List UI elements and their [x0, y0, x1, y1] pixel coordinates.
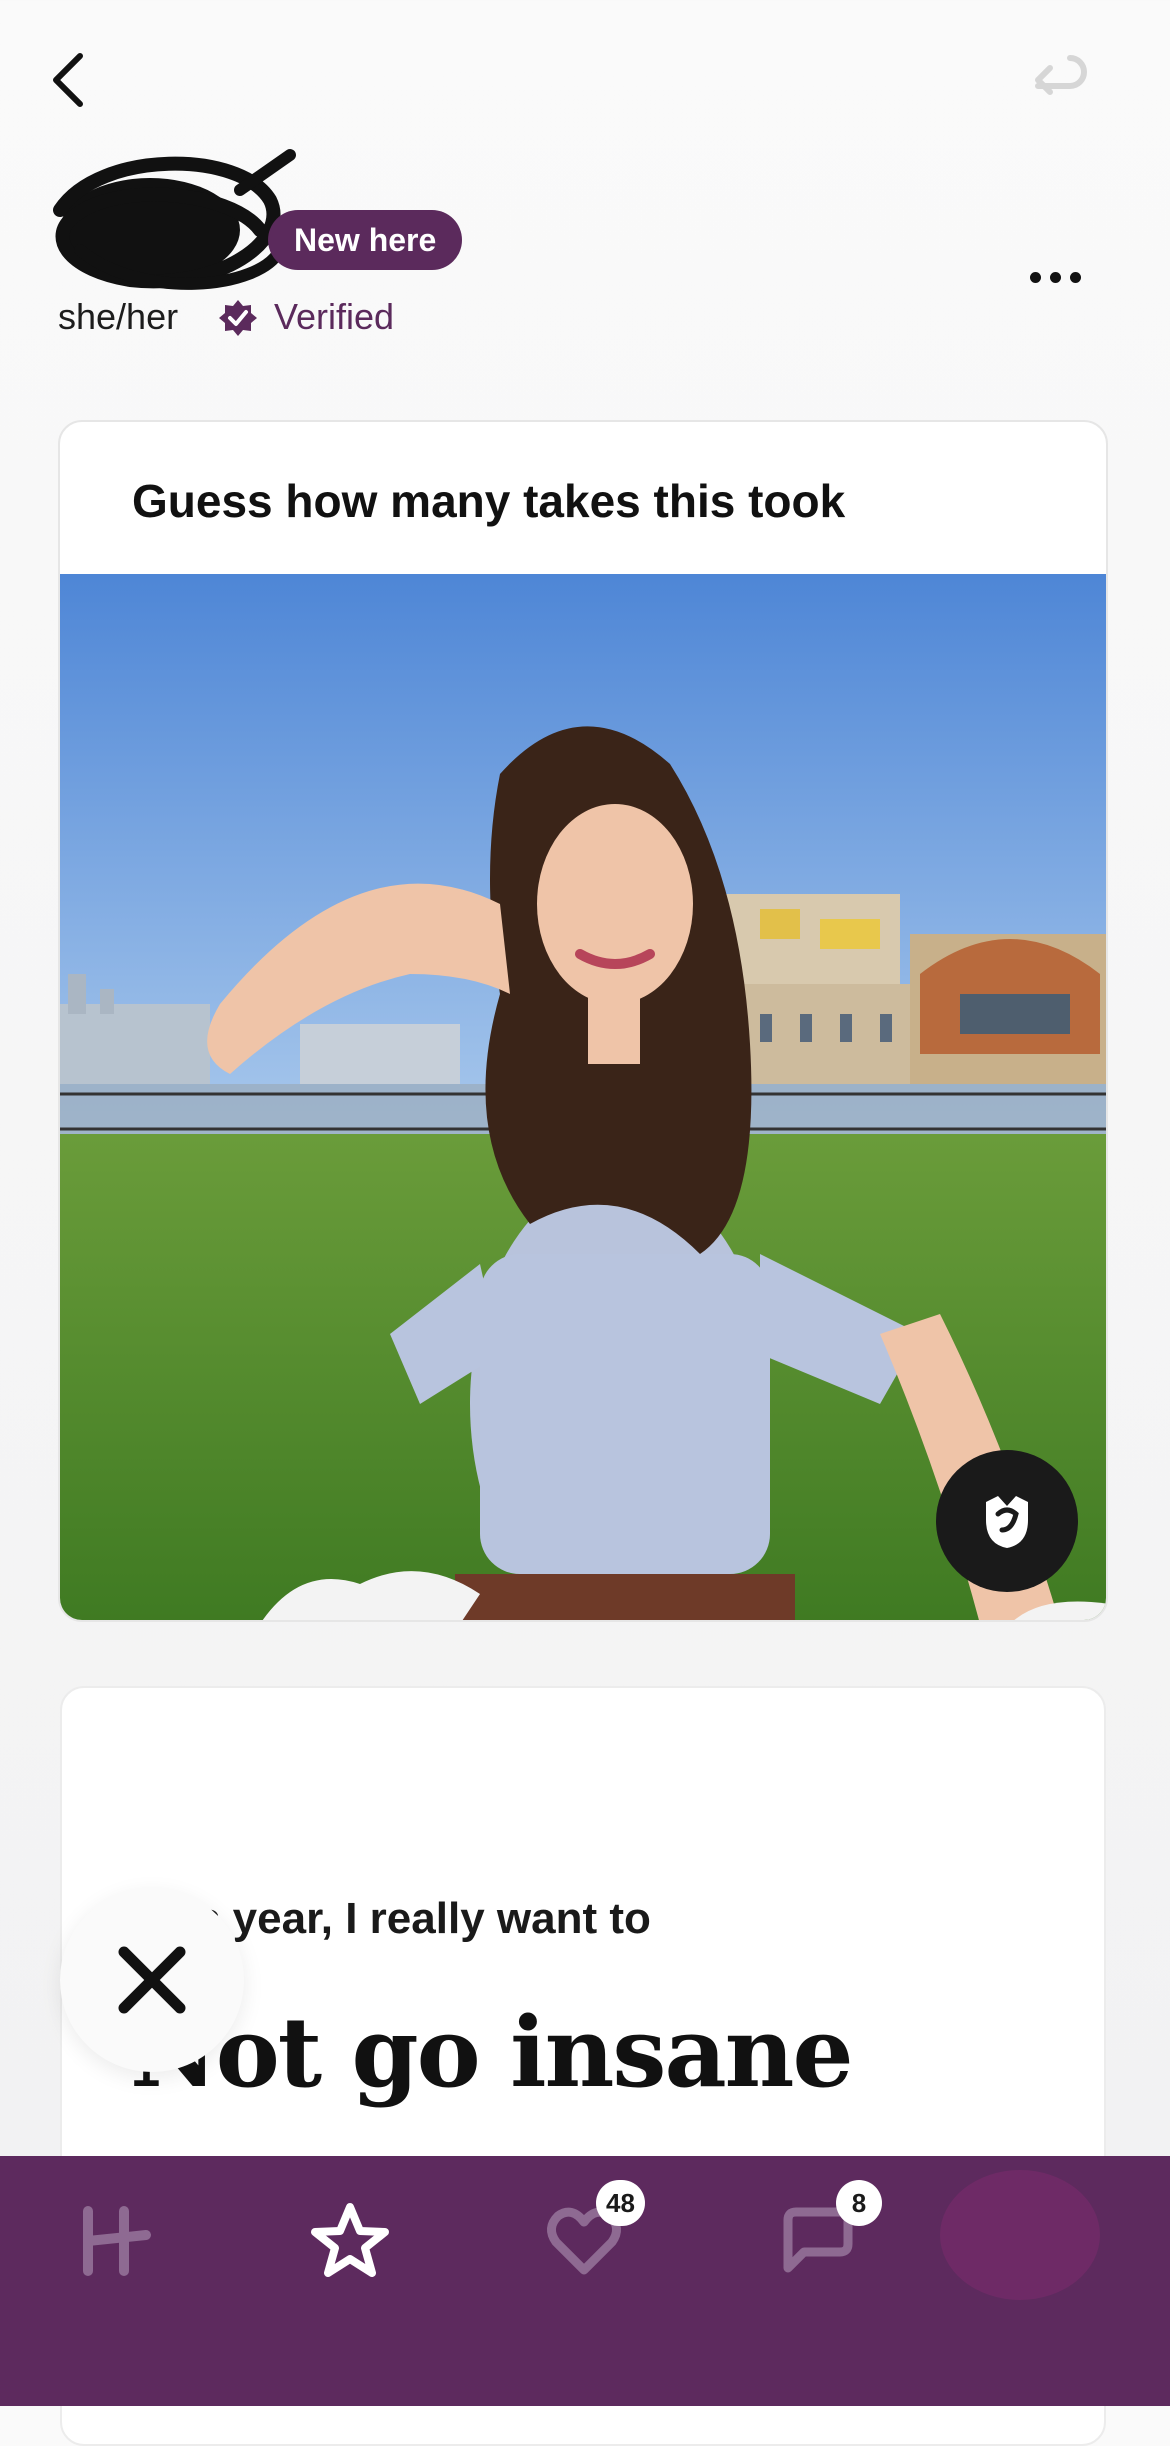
verified-badge-icon — [219, 300, 257, 336]
verified-label: Verified — [274, 296, 395, 337]
back-button[interactable] — [48, 40, 118, 120]
new-here-badge: New here — [268, 210, 463, 270]
send-rose-button[interactable] — [936, 1450, 1078, 1592]
hinge-logo-icon — [83, 2206, 151, 2276]
profile-photo[interactable] — [60, 574, 1108, 1622]
rose-icon — [986, 1496, 1028, 1548]
photo-card[interactable]: Guess how many takes this took — [58, 420, 1108, 1622]
nav-home[interactable] — [54, 2186, 174, 2296]
skip-button[interactable] — [60, 1888, 244, 2072]
star-icon — [311, 2203, 389, 2277]
dot-icon — [1029, 271, 1041, 283]
photo-caption: Guess how many takes this took — [132, 475, 846, 527]
undo-button[interactable] — [1020, 40, 1100, 120]
pronouns: she/her — [58, 296, 179, 337]
likes-count-badge: 48 — [596, 2180, 645, 2226]
dot-icon — [1049, 271, 1061, 283]
profile-avatar[interactable] — [940, 2170, 1100, 2300]
dot-icon — [1069, 271, 1081, 283]
messages-count-badge: 8 — [836, 2180, 882, 2226]
prompt-answer: Not go insane — [130, 1996, 854, 2109]
undo-arrow-icon — [1035, 55, 1087, 95]
chevron-left-icon — [53, 53, 83, 107]
more-options-button[interactable] — [1020, 252, 1090, 302]
close-icon — [118, 1946, 186, 2014]
nav-standouts[interactable] — [290, 2186, 410, 2296]
